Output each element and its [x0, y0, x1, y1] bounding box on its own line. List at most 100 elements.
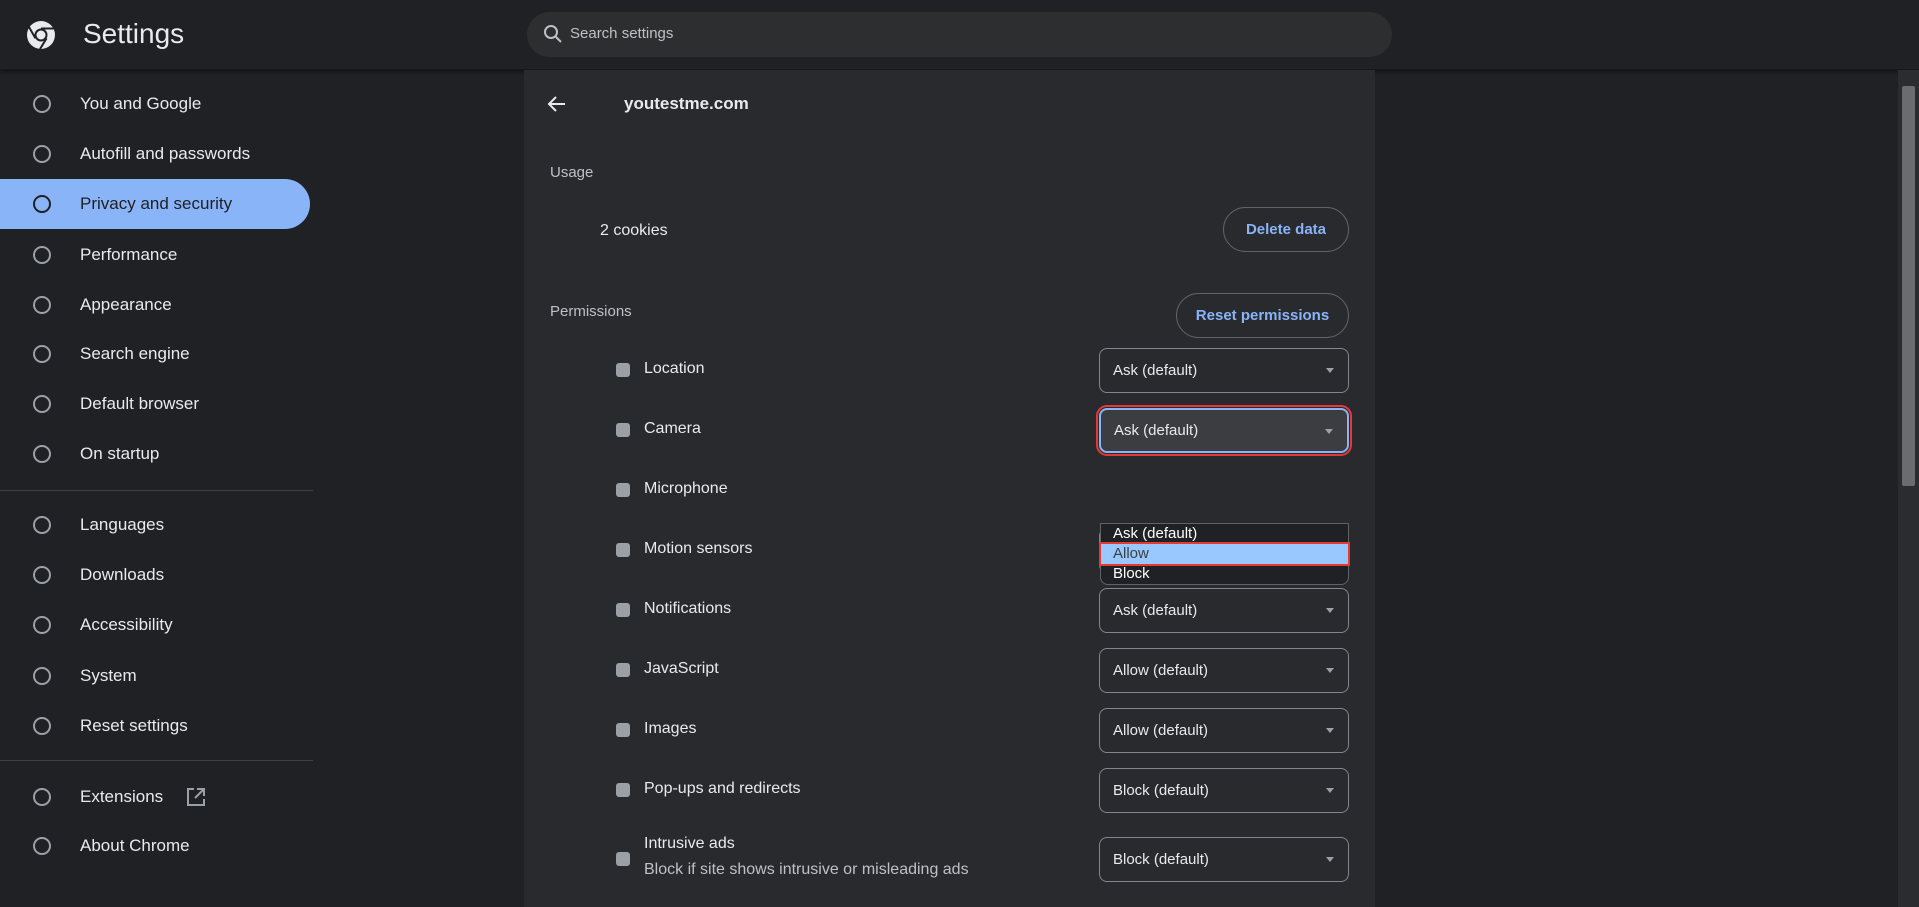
permission-label-camera: Camera: [644, 420, 701, 437]
sidebar-item-label: Reset settings: [80, 716, 188, 735]
page-title: Settings: [83, 18, 185, 49]
sidebar-item-search-engine[interactable]: Search engine: [0, 329, 310, 379]
permission-label-location: Location: [644, 360, 705, 377]
person-icon: [33, 95, 51, 113]
sidebar-item-system[interactable]: System: [0, 651, 310, 701]
sidebar-item-label: Extensions: [80, 787, 164, 806]
permission-select-javascript[interactable]: Allow (default): [1099, 648, 1349, 693]
permission-select-location[interactable]: Ask (default): [1099, 348, 1349, 393]
location-icon: [616, 363, 630, 377]
image-icon: [616, 723, 630, 737]
permission-sublabel: Block if site shows intrusive or mislead…: [644, 861, 969, 878]
search-placeholder: Search settings: [570, 25, 674, 42]
chrome-icon: [33, 837, 51, 855]
select-value: Allow (default): [1113, 662, 1209, 679]
sidebar-item-downloads[interactable]: Downloads: [0, 550, 310, 600]
wrench-icon: [33, 667, 51, 685]
select-value: Ask (default): [1113, 362, 1198, 379]
dropdown-caret-icon: [1326, 728, 1334, 733]
select-value: Ask (default): [1113, 602, 1198, 619]
sidebar-item-label: Downloads: [80, 565, 165, 584]
dropdown-caret-icon: [1326, 368, 1334, 373]
sidebar-item-label: On startup: [80, 444, 160, 463]
sidebar-divider: [0, 760, 313, 761]
sidebar-item-you-and-google[interactable]: You and Google: [0, 79, 310, 129]
open-in-new-icon: [616, 783, 630, 797]
sidebar-item-label: System: [80, 666, 137, 685]
sidebar-item-reset-settings[interactable]: Reset settings: [0, 701, 310, 751]
option-ask-default[interactable]: Ask (default): [1101, 524, 1348, 544]
option-block[interactable]: Block: [1101, 564, 1348, 584]
accessibility-icon: [33, 616, 51, 634]
permissions-heading: Permissions: [550, 303, 632, 320]
site-details-card: youtestme.com Usage 2 cookies Delete dat…: [524, 70, 1375, 907]
select-value: Block (default): [1113, 851, 1209, 868]
sidebar-item-label: Performance: [80, 245, 178, 264]
sidebar-item-performance[interactable]: Performance: [0, 230, 310, 280]
sidebar-item-default-browser[interactable]: Default browser: [0, 379, 310, 429]
permission-label-javascript: JavaScript: [644, 660, 719, 677]
option-allow[interactable]: Allow: [1099, 542, 1350, 566]
select-value: Block (default): [1113, 782, 1209, 799]
sidebar-divider: [0, 490, 313, 491]
camera-dropdown-list: Ask (default) Allow Block: [1099, 523, 1350, 585]
sidebar-item-languages[interactable]: Languages: [0, 500, 310, 550]
bell-icon: [616, 603, 630, 617]
chrome-logo-icon: [27, 21, 55, 50]
permission-select-pop-ups-and-redirects[interactable]: Block (default): [1099, 768, 1349, 813]
permission-select-images[interactable]: Allow (default): [1099, 708, 1349, 753]
power-icon: [33, 445, 51, 463]
permission-select-intrusive-ads[interactable]: Block (default): [1099, 837, 1349, 882]
sidebar-item-extensions[interactable]: Extensions: [0, 772, 310, 822]
scrollbar[interactable]: [1898, 70, 1919, 907]
sidebar-item-label: Search engine: [80, 344, 190, 363]
permission-label-microphone: Microphone: [644, 480, 728, 497]
open-in-new-icon: [187, 788, 205, 806]
search-icon: [33, 345, 51, 363]
shield-icon: [33, 195, 51, 213]
dropdown-caret-icon: [1326, 608, 1334, 613]
dropdown-caret-icon: [1326, 857, 1334, 862]
microphone-icon: [616, 483, 630, 497]
sidebar-item-about-chrome[interactable]: About Chrome: [0, 821, 310, 871]
search-input[interactable]: Search settings: [527, 12, 1392, 57]
permission-select-camera[interactable]: Ask (default): [1096, 405, 1352, 456]
permission-select-notifications[interactable]: Ask (default): [1099, 588, 1349, 633]
dropdown-caret-icon: [1326, 668, 1334, 673]
sidebar-item-label: About Chrome: [80, 836, 190, 855]
scrollbar-thumb[interactable]: [1902, 86, 1915, 486]
permission-label-intrusive-ads: Intrusive ads: [644, 835, 735, 852]
sidebar-item-label: Languages: [80, 515, 165, 534]
sidebar-item-label: Default browser: [80, 394, 200, 413]
sidebar-item-label: You and Google: [80, 94, 202, 113]
dropdown-caret-icon: [1325, 429, 1333, 434]
sidebar-item-label: Autofill and passwords: [80, 144, 251, 163]
sidebar-item-label: Accessibility: [80, 615, 173, 634]
download-icon: [33, 566, 51, 584]
sidebar-item-accessibility[interactable]: Accessibility: [0, 600, 310, 650]
permission-label-motion-sensors: Motion sensors: [644, 540, 753, 557]
speedometer-icon: [33, 246, 51, 264]
sidebar-item-label: Appearance: [80, 295, 172, 314]
usage-heading: Usage: [550, 164, 594, 181]
permission-label-pop-ups-and-redirects: Pop-ups and redirects: [644, 780, 801, 797]
site-name: youtestme.com: [624, 94, 749, 113]
camera-icon: [616, 423, 630, 437]
search-icon: [544, 25, 562, 43]
header: Settings Search settings: [0, 0, 1919, 70]
select-value: Ask (default): [1114, 422, 1199, 439]
code-icon: [616, 663, 630, 677]
sensors-icon: [616, 543, 630, 557]
sidebar-item-appearance[interactable]: Appearance: [0, 280, 310, 330]
reset-permissions-button[interactable]: Reset permissions: [1176, 293, 1349, 338]
dropdown-caret-icon: [1326, 788, 1334, 793]
back-arrow-icon[interactable]: [547, 94, 567, 114]
delete-data-button[interactable]: Delete data: [1223, 207, 1349, 252]
sidebar-item-autofill-and-passwords[interactable]: Autofill and passwords: [0, 129, 310, 179]
clipboard-icon: [33, 145, 51, 163]
sidebar-item-privacy-and-security[interactable]: Privacy and security: [0, 179, 310, 229]
palette-icon: [33, 296, 51, 314]
permission-label-notifications: Notifications: [644, 600, 732, 617]
globe-icon: [33, 516, 51, 534]
sidebar-item-on-startup[interactable]: On startup: [0, 429, 310, 479]
